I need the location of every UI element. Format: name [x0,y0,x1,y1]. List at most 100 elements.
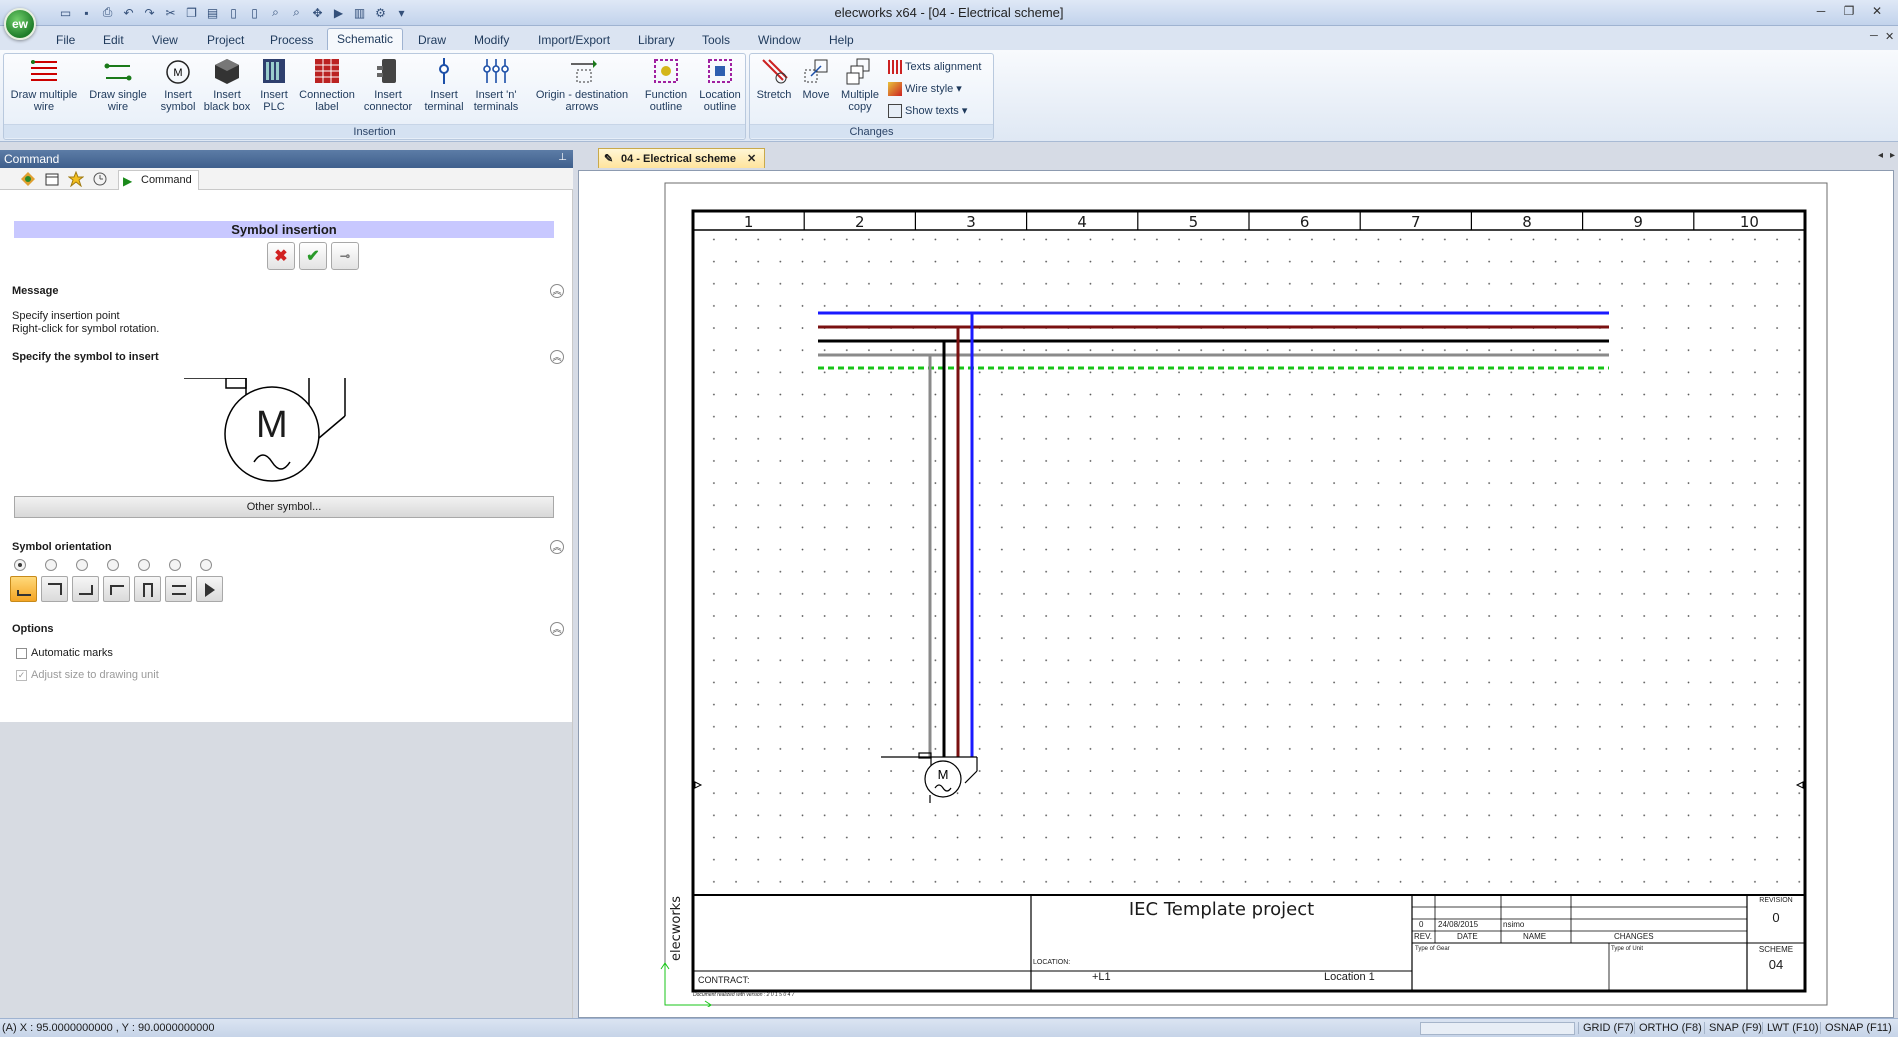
location-name: Location 1 [1324,971,1375,983]
move-button[interactable]: Move [798,56,834,101]
collapse-message-icon[interactable]: ︽ [550,284,564,298]
orientation-mirror-3-button[interactable] [196,576,223,602]
application-menu-button[interactable]: ew [4,8,36,40]
mdi-minimize-icon[interactable]: ─ [1870,30,1878,42]
stretch-button[interactable]: Stretch [752,56,796,101]
insert-black-box-button[interactable]: Insert black box [200,56,254,113]
column-number: 3 [966,213,976,231]
orientation-0-button[interactable] [10,576,37,602]
document-tab[interactable]: ✎ 04 - Electrical scheme ✕ [598,148,766,168]
orientation-radio-5[interactable] [138,559,150,571]
tab-command[interactable]: ▶ Command [118,170,199,190]
show-texts-button[interactable]: Show texts ▾ [888,102,967,120]
osnap-toggle[interactable]: OSNAP (F11) [1820,1022,1896,1034]
column-number: 2 [855,213,865,231]
tab-scroll-right-icon[interactable]: ▸ [1890,150,1895,161]
validate-button[interactable]: ✔ [299,242,327,270]
lwt-toggle[interactable]: LWT (F10) [1762,1022,1823,1034]
location-outline-label: Location outline [699,89,741,113]
menu-view[interactable]: View [143,30,187,50]
collapse-options-icon[interactable]: ︽ [550,622,564,636]
symbol-section-title: Specify the symbol to insert [12,351,159,363]
menu-help[interactable]: Help [820,30,863,50]
insert-terminal-label: Insert terminal [424,89,464,113]
connector-icon [377,59,396,83]
insertion-group-label: Insertion [4,124,745,138]
documents-tab-icon[interactable] [44,171,60,187]
orientation-radio-7[interactable] [200,559,212,571]
orientation-90-button[interactable] [41,576,68,602]
history-icon[interactable] [92,171,108,187]
menu-schematic[interactable]: Schematic [327,28,404,50]
snap-toggle[interactable]: SNAP (F9) [1704,1022,1766,1034]
menu-window[interactable]: Window [749,30,810,50]
stretch-label: Stretch [756,89,792,101]
orientation-mirror-2-button[interactable] [165,576,192,602]
cursor-coordinates: (A) X : 95.0000000000 , Y : 90.000000000… [2,1022,215,1034]
draw-multiple-wire-button[interactable]: Draw multiple wire [6,56,82,113]
menu-project[interactable]: Project [198,30,253,50]
orientation-mirror-1-button[interactable] [134,576,161,602]
insert-connector-button[interactable]: Insert connector [360,56,416,113]
orientation-180-button[interactable] [72,576,99,602]
orientation-270-button[interactable] [103,576,130,602]
collapse-symbol-icon[interactable]: ︽ [550,350,564,364]
wire-style-dropdown-icon: ▾ [956,83,962,95]
orientation-270-icon [110,585,124,595]
menu-modify[interactable]: Modify [465,30,518,50]
draw-single-wire-button[interactable]: Draw single wire [84,56,152,113]
origin-destination-arrows-button[interactable]: Origin - destination arrows [526,56,638,113]
menu-process[interactable]: Process [261,30,322,50]
insert-symbol-button[interactable]: M Insert symbol [156,56,200,113]
multiple-copy-button[interactable]: Multiple copy [836,56,884,113]
minimize-button[interactable]: ─ [1810,2,1832,20]
drawing-canvas[interactable]: M 1 2 3 4 5 6 7 8 9 10 IEC Template project elecw… [578,170,1894,1018]
cancel-button[interactable]: ✖ [267,242,295,270]
insert-black-box-label: Insert black box [203,89,251,113]
menu-library[interactable]: Library [629,30,684,50]
show-texts-icon [888,104,902,118]
wire-style-icon [888,82,902,96]
tab-scroll-left-icon[interactable]: ◂ [1878,150,1883,161]
dot-grid [695,231,1803,895]
location-outline-button[interactable]: Location outline [694,56,746,113]
show-texts-dropdown-icon: ▾ [961,105,968,117]
grid-toggle[interactable]: GRID (F7) [1578,1022,1638,1034]
maximize-button[interactable]: ❐ [1838,2,1860,20]
favorites-star-icon[interactable] [68,171,84,187]
command-panel-tabs: ▶ Command [0,168,573,190]
orientation-radio-1[interactable] [14,559,26,571]
insert-terminal-button[interactable]: Insert terminal [420,56,468,113]
collapse-orientation-icon[interactable]: ︽ [550,540,564,554]
orientation-radio-2[interactable] [45,559,57,571]
close-button[interactable]: ✕ [1866,2,1888,20]
insert-n-terminals-button[interactable]: Insert 'n' terminals [468,56,524,113]
function-outline-button[interactable]: Function outline [640,56,692,113]
ortho-toggle[interactable]: ORTHO (F8) [1634,1022,1706,1034]
other-symbol-button[interactable]: Other symbol... [14,496,554,518]
pin-icon[interactable]: ⊥ [558,152,567,163]
mdi-close-icon[interactable]: ✕ [1885,30,1894,43]
scheme-doc-icon: ✎ [604,153,614,165]
orientation-radio-3[interactable] [76,559,88,571]
connection-label-button[interactable]: Connection label [294,56,360,113]
components-tab-icon[interactable] [20,171,36,187]
menu-tools[interactable]: Tools [693,30,739,50]
orientation-radio-4[interactable] [107,559,119,571]
wire-style-button[interactable]: Wire style ▾ [888,80,962,98]
close-tab-icon[interactable]: ✕ [747,153,756,165]
orientation-mirror-2-icon [172,585,186,595]
message-section-title: Message [12,285,59,297]
texts-alignment-button[interactable]: Texts alignment [888,58,981,76]
changes-header: CHANGES [1614,932,1654,941]
orientation-radio-6[interactable] [169,559,181,571]
menu-file[interactable]: File [47,30,84,50]
menu-edit[interactable]: Edit [94,30,133,50]
menu-import-export[interactable]: Import/Export [529,30,619,50]
automatic-marks-checkbox[interactable] [16,648,27,659]
column-number: 6 [1299,213,1310,231]
draw-multiple-wire-label: Draw multiple wire [10,89,78,113]
pin-options-button[interactable]: ⊸ [331,242,359,270]
menu-draw[interactable]: Draw [409,30,455,50]
insert-plc-button[interactable]: Insert PLC [254,56,294,113]
